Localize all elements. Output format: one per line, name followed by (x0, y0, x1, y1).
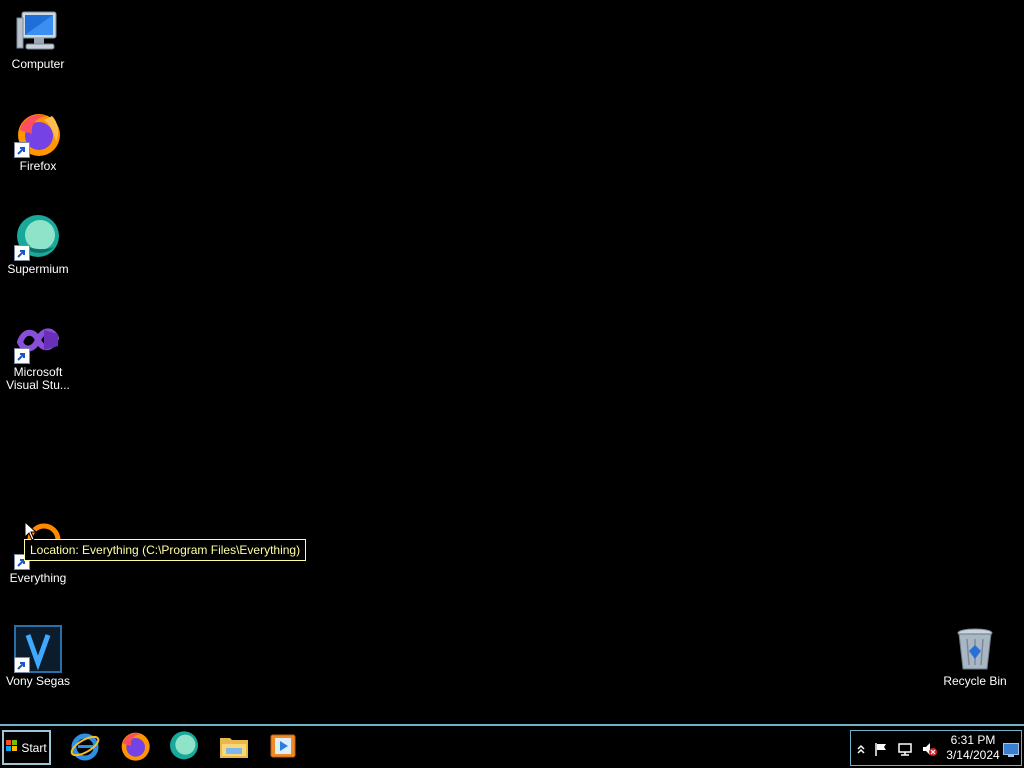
network-icon[interactable] (897, 741, 913, 757)
vegas-icon (14, 625, 62, 673)
desktop-icon-recycle-bin[interactable]: Recycle Bin (937, 625, 1013, 688)
clock-date: 3/14/2024 (946, 748, 1000, 762)
internet-explorer-icon (69, 730, 101, 766)
desktop-icon-vony-segas[interactable]: Vony Segas (0, 625, 76, 688)
visual-studio-icon (14, 316, 62, 364)
desktop-icon-label: Firefox (19, 159, 57, 173)
taskbar-supermium[interactable] (167, 731, 201, 765)
firefox-icon (14, 110, 62, 158)
desktop-icon-firefox[interactable]: Firefox (0, 110, 76, 173)
action-center-flag-icon[interactable] (873, 741, 889, 757)
file-explorer-icon (218, 730, 250, 766)
taskbar-firefox[interactable] (118, 731, 152, 765)
media-player-icon (269, 732, 297, 764)
clock-time: 6:31 PM (950, 733, 996, 747)
supermium-icon (168, 730, 200, 766)
windows-logo-icon (6, 740, 18, 755)
location-tooltip: Location: Everything (C:\Program Files\E… (24, 539, 307, 561)
shortcut-arrow-icon (14, 348, 30, 364)
taskbar: Start 6:31 PM 3/14/2024 (0, 724, 1024, 768)
desktop-icon-label: Vony Segas (5, 674, 71, 688)
volume-muted-icon[interactable] (921, 741, 937, 757)
computer-icon (14, 8, 62, 56)
supermium-icon (14, 213, 62, 261)
taskbar-internet-explorer[interactable] (68, 731, 102, 765)
start-button[interactable]: Start (2, 730, 51, 765)
recycle-bin-icon (951, 625, 999, 673)
start-label: Start (21, 740, 47, 755)
taskbar-media-player[interactable] (266, 731, 300, 765)
desktop-icon-supermium[interactable]: Supermium (0, 213, 76, 276)
show-hidden-icons-chevron-icon[interactable] (853, 741, 869, 757)
system-tray: 6:31 PM 3/14/2024 (850, 730, 1022, 766)
shortcut-arrow-icon (14, 142, 30, 158)
desktop-icon-visual-studio[interactable]: Microsoft Visual Stu... (0, 316, 76, 392)
desktop-icon-computer[interactable]: Computer (0, 8, 76, 71)
desktop-icon-label: Recycle Bin (943, 674, 1007, 688)
taskbar-file-explorer[interactable] (217, 731, 251, 765)
desktop-icon-label: Computer (11, 57, 65, 71)
shortcut-arrow-icon (14, 245, 30, 261)
clock[interactable]: 6:31 PM 3/14/2024 (943, 733, 1003, 763)
desktop-icon-label: Microsoft Visual Stu... (6, 365, 70, 392)
shortcut-arrow-icon (14, 657, 30, 673)
mouse-cursor-icon (24, 520, 38, 545)
desktop-icon-label: Everything (9, 571, 67, 585)
show-desktop-button[interactable] (1003, 742, 1019, 757)
firefox-icon (119, 730, 151, 766)
desktop-icon-label: Supermium (7, 262, 69, 276)
